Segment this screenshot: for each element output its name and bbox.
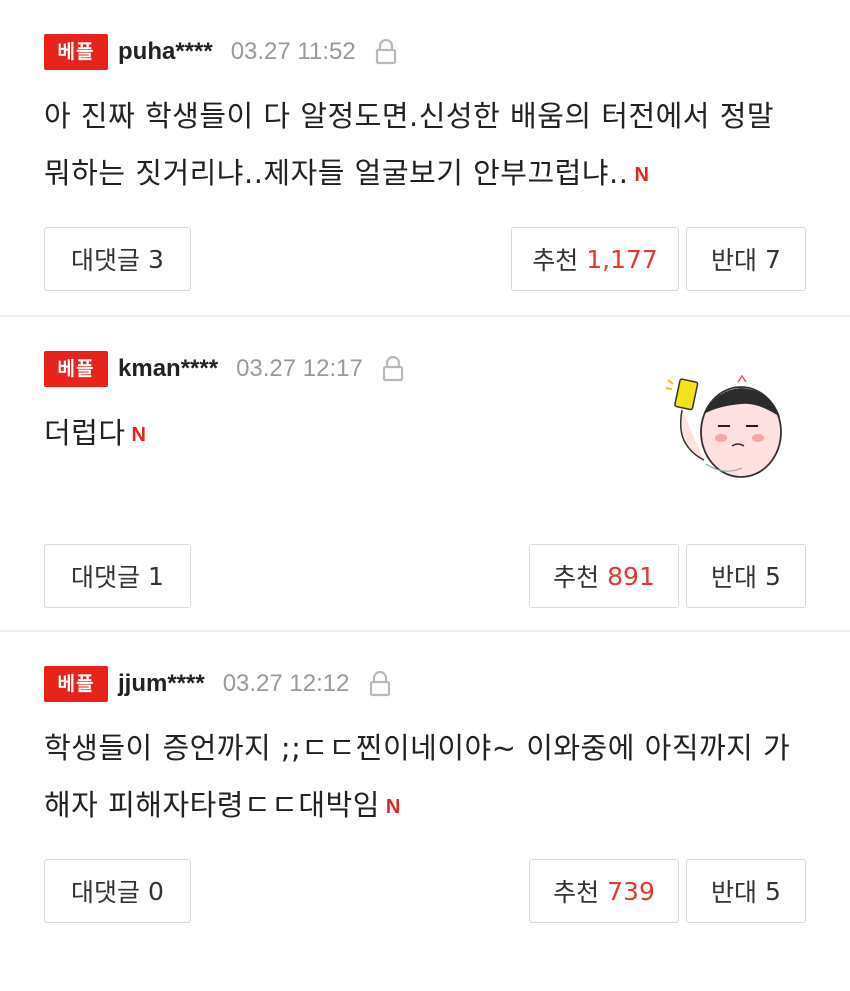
username[interactable]: jjum**** [118, 670, 205, 698]
lock-icon[interactable] [374, 38, 398, 65]
oppose-button[interactable]: 반대 5 [686, 544, 806, 608]
oppose-count: 5 [765, 561, 781, 591]
recommend-label: 추천 [553, 563, 600, 592]
timestamp: 03.27 11:52 [230, 38, 356, 65]
lock-icon[interactable] [368, 670, 392, 697]
oppose-label: 반대 [711, 878, 758, 907]
timestamp: 03.27 12:12 [222, 670, 350, 697]
comment-text: 학생들이 증언까지 ;;ㄷㄷ찐이네이야~ 이와중에 아직까지 가해자 피해자타령… [44, 720, 806, 836]
reply-button[interactable]: 대댓글 1 [44, 544, 191, 608]
comment-body: 학생들이 증언까지 ;;ㄷㄷ찐이네이야~ 이와중에 아직까지 가해자 피해자타령… [44, 731, 791, 822]
oppose-button[interactable]: 반대 7 [686, 227, 806, 291]
reply-count: 3 [148, 244, 164, 274]
oppose-button[interactable]: 반대 5 [686, 859, 806, 923]
username[interactable]: kman**** [118, 355, 218, 383]
recommend-button[interactable]: 추천 891 [529, 544, 679, 608]
recommend-button[interactable]: 추천 739 [529, 859, 679, 923]
oppose-count: 5 [765, 876, 781, 906]
recommend-count: 739 [607, 876, 655, 906]
recommend-button[interactable]: 추천 1,177 [511, 227, 679, 291]
reply-label: 대댓글 [71, 246, 141, 275]
new-mark: N [385, 795, 401, 818]
recommend-label: 추천 [553, 878, 600, 907]
reply-count: 0 [148, 876, 164, 906]
best-badge: 베플 [44, 351, 108, 387]
best-badge: 베플 [44, 34, 108, 70]
comment-text: 더럽다 N [44, 405, 806, 464]
reply-count: 1 [148, 561, 164, 591]
recommend-count: 891 [607, 561, 655, 591]
comment-body: 더럽다 [44, 416, 126, 450]
reply-label: 대댓글 [71, 878, 141, 907]
oppose-label: 반대 [711, 246, 758, 275]
comment-item: 베플 kman**** 03.27 12:17 더럽다 N 대댓글 1 추천 8… [0, 315, 850, 630]
comment-body: 아 진짜 학생들이 다 알정도면.신성한 배움의 터전에서 정말 뭐하는 짓거리… [44, 99, 775, 190]
oppose-label: 반대 [711, 563, 758, 592]
comment-item: 베플 puha**** 03.27 11:52 아 진짜 학생들이 다 알정도면… [0, 0, 850, 315]
comment-item: 베플 jjum**** 03.27 12:12 학생들이 증언까지 ;;ㄷㄷ찐이… [0, 630, 850, 945]
recommend-label: 추천 [532, 246, 579, 275]
best-badge: 베플 [44, 666, 108, 702]
reply-label: 대댓글 [71, 563, 141, 592]
reply-button[interactable]: 대댓글 0 [44, 859, 191, 923]
lock-icon[interactable] [381, 355, 405, 382]
oppose-count: 7 [765, 244, 781, 274]
reply-button[interactable]: 대댓글 3 [44, 227, 191, 291]
comment-meta: 베플 puha**** 03.27 11:52 [44, 33, 398, 71]
comment-text: 아 진짜 학생들이 다 알정도면.신성한 배움의 터전에서 정말 뭐하는 짓거리… [44, 88, 806, 204]
comment-meta: 베플 jjum**** 03.27 12:12 [44, 665, 392, 703]
username[interactable]: puha**** [118, 38, 213, 66]
recommend-count: 1,177 [586, 244, 658, 274]
timestamp: 03.27 12:17 [236, 355, 363, 382]
new-mark: N [634, 163, 650, 186]
new-mark: N [131, 423, 147, 446]
comment-meta: 베플 kman**** 03.27 12:17 [44, 350, 405, 388]
